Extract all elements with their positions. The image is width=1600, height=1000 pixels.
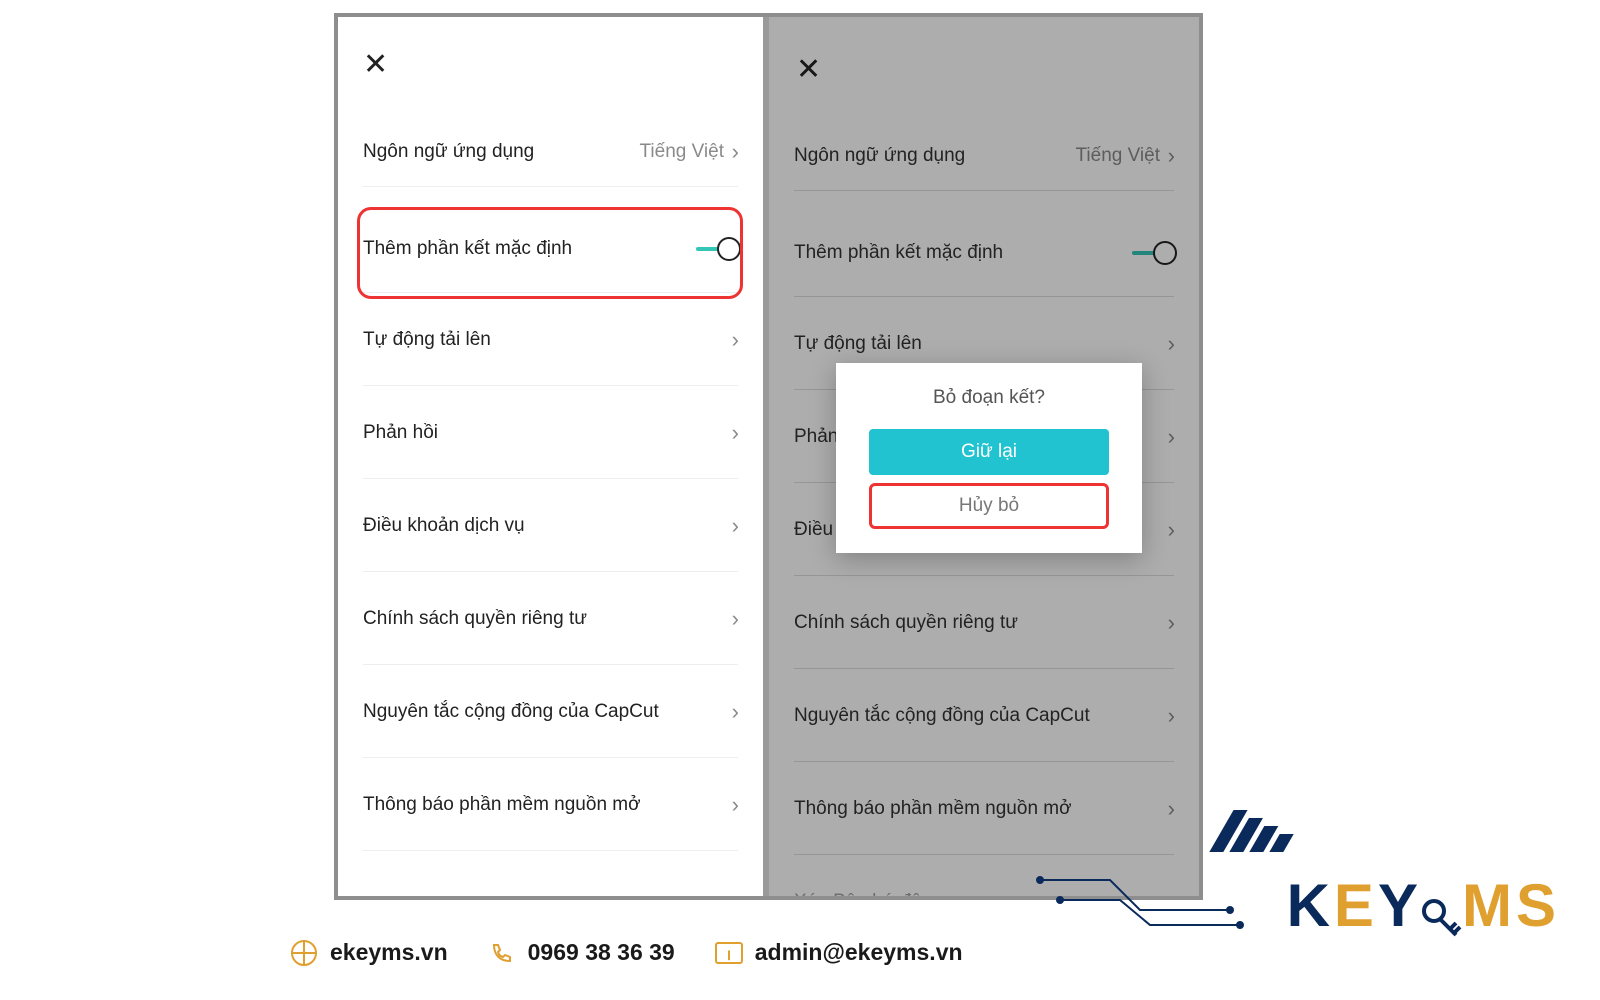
confirm-dialog: Bỏ đoạn kết? Giữ lại Hủy bỏ	[836, 363, 1142, 553]
row-label: Ngôn ngữ ứng dụng	[363, 141, 534, 163]
row-label: Thông báo phần mềm nguồn mở	[363, 794, 641, 816]
chevron-right-icon: ›	[732, 327, 739, 353]
chevron-right-icon: ›	[732, 139, 739, 165]
toggle-knob	[717, 237, 741, 261]
row-tos[interactable]: Điều khoản dịch vụ ›	[338, 479, 763, 572]
button-label: Giữ lại	[961, 441, 1017, 463]
footer-text: 0969 38 36 39	[528, 939, 675, 966]
chevron-right-icon: ›	[732, 792, 739, 818]
button-label: Hủy bỏ	[959, 495, 1019, 517]
footer-email[interactable]: admin@ekeyms.vn	[715, 939, 963, 967]
settings-screen-right: ✕ Ngôn ngữ ứng dụng Tiếng Việt › Thêm ph…	[769, 17, 1199, 896]
footer-website[interactable]: ekeyms.vn	[290, 939, 448, 967]
row-label: Thêm phần kết mặc định	[363, 238, 572, 260]
row-oss[interactable]: Thông báo phần mềm nguồn mở ›	[338, 758, 763, 851]
row-feedback[interactable]: Phản hồi ›	[338, 386, 763, 479]
footer-text: admin@ekeyms.vn	[755, 939, 963, 966]
row-label: Phản hồi	[363, 422, 438, 444]
settings-screen-left: ✕ Ngôn ngữ ứng dụng Tiếng Việt › Thêm ph…	[338, 17, 763, 896]
globe-icon	[290, 939, 318, 967]
row-value: Tiếng Việt	[640, 141, 739, 163]
row-add-ending[interactable]: Thêm phần kết mặc định	[338, 205, 763, 293]
chevron-right-icon: ›	[732, 420, 739, 446]
close-icon[interactable]: ✕	[363, 50, 388, 80]
row-label: Tự động tải lên	[363, 329, 491, 351]
canvas: ✕ Ngôn ngữ ứng dụng Tiếng Việt › Thêm ph…	[0, 0, 1600, 1000]
dialog-title: Bỏ đoạn kết?	[854, 387, 1124, 409]
screenshots-frame: ✕ Ngôn ngữ ứng dụng Tiếng Việt › Thêm ph…	[334, 13, 1203, 900]
row-community[interactable]: Nguyên tắc cộng đồng của CapCut ›	[338, 665, 763, 758]
toggle-add-ending[interactable]	[696, 237, 741, 261]
row-label: Chính sách quyền riêng tư	[363, 608, 587, 630]
footer-text: ekeyms.vn	[330, 939, 448, 966]
divider	[363, 186, 738, 187]
chevron-right-icon: ›	[732, 513, 739, 539]
row-privacy[interactable]: Chính sách quyền riêng tư ›	[338, 572, 763, 665]
footer-phone[interactable]: 0969 38 36 39	[488, 939, 675, 967]
chevron-right-icon: ›	[732, 699, 739, 725]
footer: ekeyms.vn 0969 38 36 39 admin@ekeyms.vn	[0, 905, 1600, 1000]
mail-icon	[715, 939, 743, 967]
phone-icon	[488, 939, 516, 967]
keep-button[interactable]: Giữ lại	[869, 429, 1109, 475]
row-auto-upload[interactable]: Tự động tải lên ›	[338, 293, 763, 386]
settings-list-left: Ngôn ngữ ứng dụng Tiếng Việt › Thêm phần…	[338, 117, 763, 851]
chevron-right-icon: ›	[732, 606, 739, 632]
stripes-icon	[1206, 810, 1313, 857]
row-label: Điều khoản dịch vụ	[363, 515, 525, 537]
row-label: Nguyên tắc cộng đồng của CapCut	[363, 701, 659, 723]
divider	[363, 850, 738, 851]
cancel-button[interactable]: Hủy bỏ	[869, 483, 1109, 529]
row-language[interactable]: Ngôn ngữ ứng dụng Tiếng Việt ›	[338, 117, 763, 187]
